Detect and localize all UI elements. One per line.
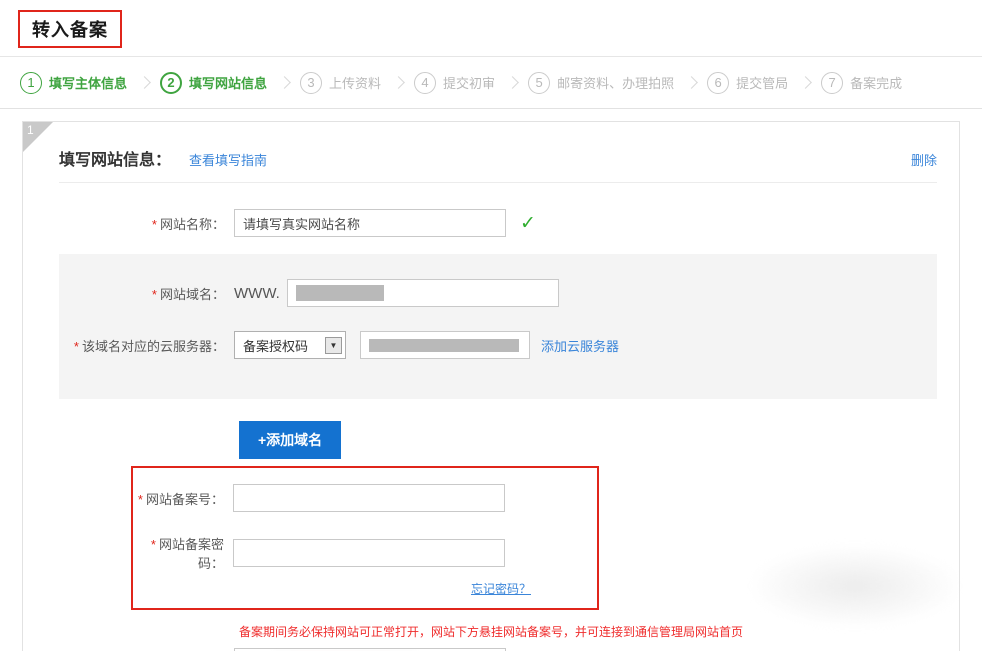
forgot-password-link[interactable]: 忘记密码？ xyxy=(471,582,531,596)
icp-credentials-section: *网站备案号： *网站备案密码： 忘记密码？ xyxy=(131,466,599,610)
domain-server-section: *网站域名： WWW. *该域名对应的云服务器： 备案授权码 ▼ 添加云服务器 xyxy=(59,254,937,399)
server-type-selected-value: 备案授权码 xyxy=(235,336,325,355)
view-guide-link[interactable]: 查看填写指南 xyxy=(189,150,267,169)
step-label: 提交管局 xyxy=(736,73,788,92)
icp-password-label: *网站备案密码： xyxy=(133,534,233,572)
step-label: 邮寄资料、办理拍照 xyxy=(557,73,674,92)
domain-row: *网站域名： WWW. xyxy=(59,279,937,307)
icp-number-row: *网站备案号： xyxy=(133,484,597,512)
auth-code-input[interactable] xyxy=(360,331,530,359)
required-asterisk: * xyxy=(152,287,157,302)
site-name-row: *网站名称： ✓ xyxy=(23,209,959,237)
step-number-circle: 3 xyxy=(300,72,322,94)
website-info-panel: 1 填写网站信息： 查看填写指南 删除 *网站名称： ✓ *网站域名： WWW.… xyxy=(22,121,960,651)
step-number-circle: 1 xyxy=(20,72,42,94)
chevron-right-icon xyxy=(392,76,405,89)
step-submit-to-bureau: 6 提交管局 xyxy=(707,72,788,94)
progress-steps: 1 填写主体信息 2 填写网站信息 3 上传资料 4 提交初审 5 邮寄资料、办… xyxy=(0,57,982,109)
chevron-right-icon xyxy=(685,76,698,89)
add-domain-button[interactable]: +添加域名 xyxy=(239,421,341,459)
panel-title: 填写网站信息： xyxy=(59,146,171,170)
icp-password-input[interactable] xyxy=(233,539,505,567)
add-cloud-server-link[interactable]: 添加云服务器 xyxy=(541,336,619,355)
step-filing-complete: 7 备案完成 xyxy=(821,72,902,94)
redacted-auth-code-value xyxy=(369,339,519,352)
forgot-password-row: 忘记密码？ xyxy=(133,580,531,598)
delete-link[interactable]: 删除 xyxy=(911,150,937,169)
required-asterisk: * xyxy=(74,339,79,354)
check-icon: ✓ xyxy=(520,212,536,235)
required-asterisk: * xyxy=(152,217,157,232)
icp-number-label: *网站备案号： xyxy=(133,489,233,508)
step-number-circle: 6 xyxy=(707,72,729,94)
chevron-right-icon xyxy=(278,76,291,89)
step-upload-materials: 3 上传资料 xyxy=(300,72,381,94)
step-label: 填写主体信息 xyxy=(49,73,127,92)
step-fill-website-info: 2 填写网站信息 xyxy=(160,72,267,94)
server-type-select[interactable]: 备案授权码 ▼ xyxy=(234,331,346,359)
step-submit-preliminary-review: 4 提交初审 xyxy=(414,72,495,94)
add-domain-row: +添加域名 xyxy=(239,421,959,459)
chevron-right-icon xyxy=(799,76,812,89)
panel-header: 填写网站信息： 查看填写指南 删除 xyxy=(59,122,937,183)
required-asterisk: * xyxy=(138,492,143,507)
required-asterisk: * xyxy=(151,537,156,552)
step-number-circle: 5 xyxy=(528,72,550,94)
step-number-circle: 7 xyxy=(821,72,843,94)
domain-input[interactable] xyxy=(287,279,559,307)
www-prefix: WWW. xyxy=(234,285,280,302)
step-label: 备案完成 xyxy=(850,73,902,92)
step-mail-materials-photo: 5 邮寄资料、办理拍照 xyxy=(528,72,674,94)
site-name-label: *网站名称： xyxy=(23,214,234,233)
step-fill-subject-info: 1 填写主体信息 xyxy=(20,72,127,94)
chevron-right-icon xyxy=(506,76,519,89)
step-number-circle: 4 xyxy=(414,72,436,94)
cloud-server-label: *该域名对应的云服务器： xyxy=(59,336,234,355)
chevron-right-icon xyxy=(138,76,151,89)
panel-corner-badge: 1 xyxy=(23,122,53,152)
domain-label: *网站域名： xyxy=(59,284,234,303)
step-label: 填写网站信息 xyxy=(189,73,267,92)
redacted-domain-value xyxy=(296,285,384,301)
cloud-server-row: *该域名对应的云服务器： 备案授权码 ▼ 添加云服务器 xyxy=(59,331,937,359)
chevron-down-icon[interactable]: ▼ xyxy=(325,337,342,354)
page-title: 转入备案 xyxy=(18,10,122,48)
icp-password-row: *网站备案密码： xyxy=(133,534,597,572)
step-label: 提交初审 xyxy=(443,73,495,92)
icp-number-input[interactable] xyxy=(233,484,505,512)
site-name-input[interactable] xyxy=(234,209,506,237)
step-label: 上传资料 xyxy=(329,73,381,92)
page-header: 转入备案 xyxy=(18,10,982,48)
step-number-circle: 2 xyxy=(160,72,182,94)
filing-notice-text: 备案期间务必保持网站可正常打开，网站下方悬挂网站备案号，并可连接到通信管理局网站… xyxy=(239,623,959,640)
